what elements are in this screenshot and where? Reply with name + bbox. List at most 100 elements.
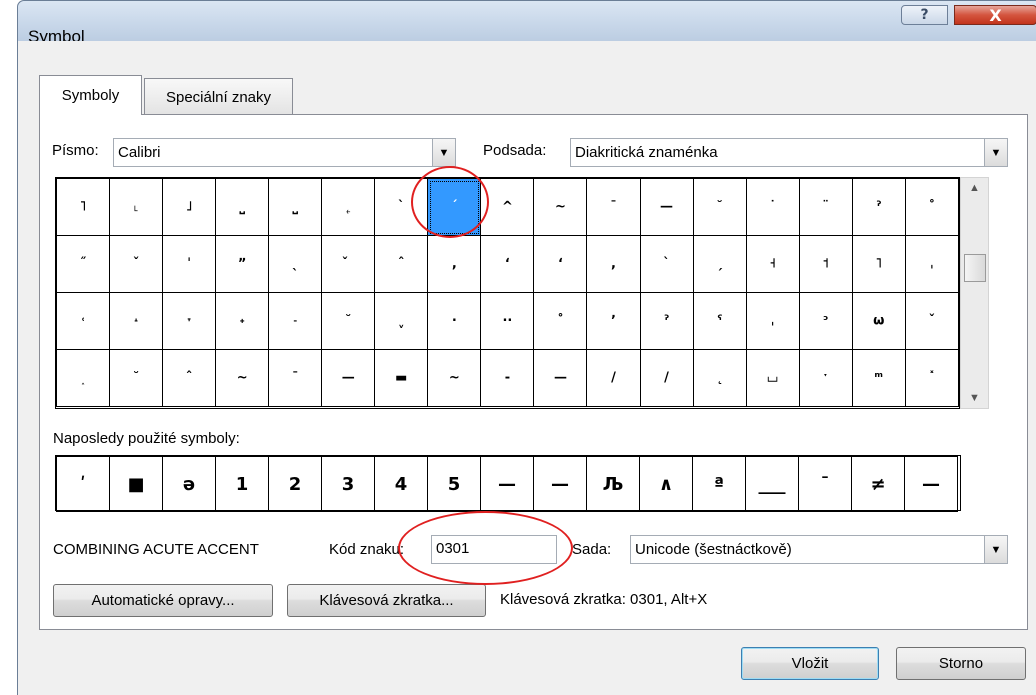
symbol-cell[interactable]: — [533, 349, 588, 407]
recent-symbol-cell[interactable]: — [904, 456, 958, 512]
symbol-cell[interactable]: ᵐ [851, 349, 906, 407]
symbol-cell[interactable]: ˘ [692, 178, 747, 236]
symbol-cell[interactable]: ^ [480, 178, 535, 236]
symbol-cell[interactable]: ˗ [268, 292, 323, 350]
symbol-cell[interactable]: ʼ [586, 292, 641, 350]
char-code-input[interactable] [432, 536, 550, 561]
symbol-cell[interactable]: ˆ [374, 235, 429, 293]
char-code-field[interactable] [431, 535, 557, 564]
symbol-cell[interactable]: ▬ [374, 349, 429, 407]
close-button[interactable]: X [954, 5, 1036, 25]
symbol-cell[interactable]: ʻ [480, 235, 535, 293]
symbol-cell[interactable]: ˥ [851, 235, 906, 293]
recent-symbol-cell[interactable]: 1 [215, 456, 269, 512]
scroll-down-icon[interactable]: ▼ [961, 392, 988, 404]
symbol-cell[interactable]: ˏ [692, 235, 747, 293]
symbol-cell[interactable]: ˘ [321, 292, 376, 350]
symbol-cell[interactable]: ˇ [904, 292, 960, 350]
symbol-cell[interactable]: ˪ [109, 178, 164, 236]
insert-button[interactable]: Vložit [741, 647, 879, 680]
symbol-cell[interactable]: · [427, 292, 482, 350]
symbol-cell[interactable]: ˓ [55, 292, 111, 350]
symbol-cell[interactable]: ʻ [533, 235, 588, 293]
symbol-cell[interactable]: ⌴ [745, 349, 800, 407]
recent-symbol-cell[interactable]: — [533, 456, 587, 512]
symbol-cell[interactable]: ̌ [321, 235, 376, 293]
symbol-cell[interactable]: ˋ [639, 235, 694, 293]
symbol-cell[interactable]: ˋ [374, 178, 429, 236]
help-button[interactable]: ? [901, 5, 948, 25]
symbol-cell[interactable]: ˌ [745, 292, 800, 350]
symbol-cell[interactable]: ˀ [639, 292, 694, 350]
symbol-cell[interactable]: ˇ [109, 235, 164, 293]
symbol-cell[interactable]: ˚ [904, 178, 960, 236]
shortcut-key-button[interactable]: Klávesová zkratka... [287, 584, 486, 617]
tab-symbols[interactable]: Symboly [39, 75, 142, 115]
symbol-cell[interactable]: ˊ [427, 178, 482, 236]
symbol-cell[interactable]: ¨ [798, 178, 853, 236]
recent-symbol-cell[interactable]: ə [162, 456, 216, 512]
symbol-cell[interactable]: ˌ [904, 235, 960, 293]
recent-symbol-cell[interactable]: 2 [268, 456, 322, 512]
symbol-cell[interactable]: ˚ [533, 292, 588, 350]
symbol-cell[interactable]: ·· [480, 292, 535, 350]
recent-symbol-cell[interactable]: ___ [745, 456, 799, 512]
symbol-cell[interactable]: ˆ [162, 349, 217, 407]
symbol-cell[interactable]: ˛ [692, 349, 747, 407]
symbol-cell[interactable]: ˩ [162, 178, 217, 236]
symbol-cell[interactable]: ⎵ [268, 178, 323, 236]
symbol-cell[interactable]: ˿ [321, 178, 376, 236]
symbol-cell[interactable]: / [586, 349, 641, 407]
recent-symbol-cell[interactable]: ■ [109, 456, 163, 512]
symbol-cell[interactable]: ˔ [109, 292, 164, 350]
recent-symbol-cell[interactable]: ʹ [56, 456, 110, 512]
symbol-cell[interactable]: ˝ [55, 235, 111, 293]
symbol-cell[interactable]: ˮ [215, 235, 270, 293]
recent-symbol-cell[interactable]: ¯ [798, 456, 852, 512]
autocorrect-button[interactable]: Automatické opravy... [53, 584, 273, 617]
scrollbar-thumb[interactable] [964, 254, 986, 282]
symbol-cell[interactable]: ¯ [586, 178, 641, 236]
symbol-cell[interactable]: ˦ [798, 235, 853, 293]
charset-select[interactable]: Unicode (šestnáctkově) ▼ [630, 535, 1008, 564]
scroll-up-icon[interactable]: ▲ [961, 182, 988, 194]
symbol-cell[interactable]: ~ [427, 349, 482, 407]
symbol-cell[interactable]: ⎵ [215, 178, 270, 236]
cancel-button[interactable]: Storno [896, 647, 1026, 680]
recent-symbol-cell[interactable]: 3 [321, 456, 375, 512]
symbol-cell[interactable]: ˑ [798, 349, 853, 407]
tab-special-characters[interactable]: Speciální znaky [144, 78, 293, 115]
recent-symbol-cell[interactable]: — [480, 456, 534, 512]
symbol-cell[interactable]: ˧ [745, 235, 800, 293]
recent-symbol-cell[interactable]: ∧ [639, 456, 693, 512]
symbol-cell[interactable]: ˟ [904, 349, 960, 407]
symbol-cell[interactable]: ˕ [162, 292, 217, 350]
symbol-cell[interactable]: ˁ [692, 292, 747, 350]
symbol-cell[interactable]: ˬ [374, 292, 429, 350]
recent-symbol-cell[interactable]: 5 [427, 456, 481, 512]
symbol-cell[interactable]: ˀ [851, 178, 906, 236]
symbol-cell[interactable]: ˙ [745, 178, 800, 236]
font-select[interactable]: Calibri ▼ [113, 138, 456, 167]
symbol-cell[interactable]: , [427, 235, 482, 293]
symbol-cell[interactable]: ˥ [55, 178, 111, 236]
symbol-cell[interactable]: , [586, 235, 641, 293]
symbol-cell[interactable]: ˰ [55, 349, 111, 407]
symbol-grid-scrollbar[interactable]: ▲ ▼ [960, 177, 989, 409]
recent-symbol-cell[interactable]: Љ [586, 456, 640, 512]
symbol-cell[interactable]: — [321, 349, 376, 407]
recent-symbol-cell[interactable]: ª [692, 456, 746, 512]
symbol-cell[interactable]: ~ [533, 178, 588, 236]
symbol-cell[interactable]: ~ [215, 349, 270, 407]
symbol-cell[interactable]: ¯ [268, 349, 323, 407]
symbol-cell[interactable]: / [639, 349, 694, 407]
subset-select[interactable]: Diakritická znaménka ▼ [570, 138, 1008, 167]
symbol-cell[interactable]: ᵓ [798, 292, 853, 350]
symbol-cell[interactable]: ˘ [109, 349, 164, 407]
symbol-cell[interactable]: - [480, 349, 535, 407]
symbol-cell[interactable]: ω [851, 292, 906, 350]
symbol-cell[interactable]: ˈ [162, 235, 217, 293]
symbol-cell[interactable]: ˎ [268, 235, 323, 293]
recent-symbol-cell[interactable]: ≠ [851, 456, 905, 512]
symbol-cell[interactable]: — [639, 178, 694, 236]
